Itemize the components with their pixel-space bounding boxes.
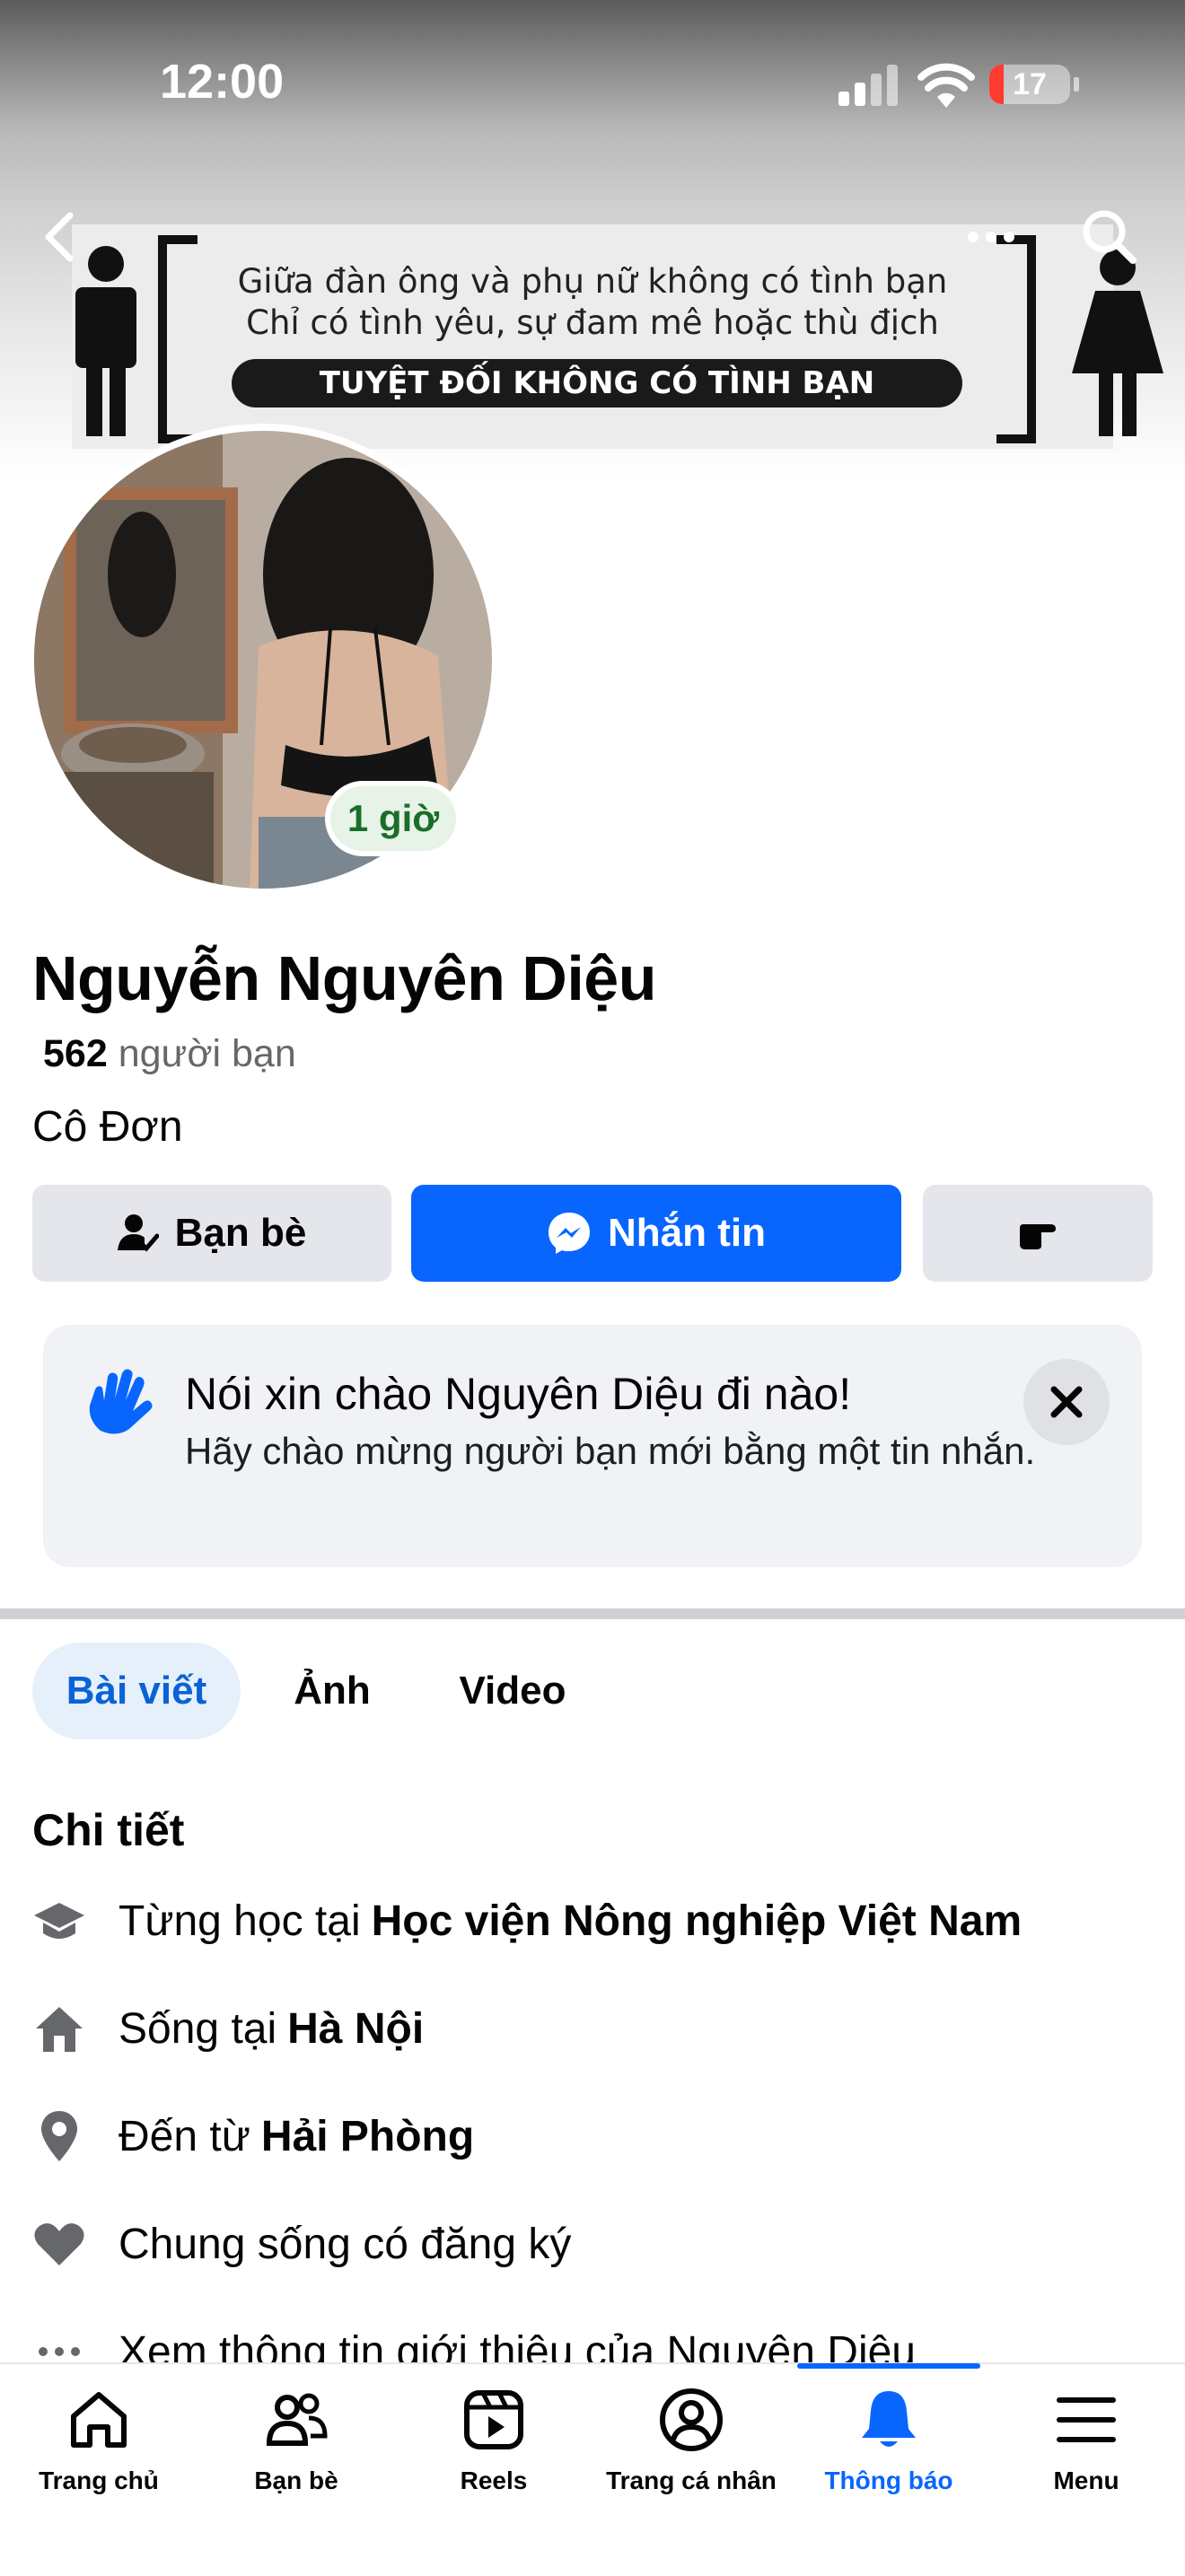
battery-level: 17	[1013, 67, 1047, 101]
status-time: 12:00	[160, 55, 285, 109]
search-icon[interactable]	[1074, 201, 1146, 273]
profile-icon	[660, 2388, 723, 2451]
detail-education[interactable]: Từng học tại Học viện Nông nghiệp Việt N…	[32, 1885, 1022, 1957]
say-hello-subtitle: Hãy chào mừng người bạn mới bằng một tin…	[185, 1430, 1036, 1472]
story-time-badge: 1 giờ	[325, 781, 461, 856]
friends-button[interactable]: Bạn bè	[32, 1185, 391, 1282]
nav-notifications-label: Thông báo	[824, 2466, 953, 2494]
wifi-icon	[917, 63, 975, 108]
details-heading: Chi tiết	[32, 1805, 185, 1855]
pointing-hand-icon	[1020, 1224, 1056, 1249]
message-button[interactable]: Nhắn tin	[411, 1185, 901, 1282]
nav-profile-label: Trang cá nhân	[606, 2466, 777, 2494]
detail-relationship[interactable]: Chung sống có đăng ký	[32, 2208, 571, 2280]
more-options-icon[interactable]	[955, 201, 1027, 273]
tab-videos[interactable]: Video	[427, 1643, 598, 1739]
battery-icon: 17	[989, 65, 1070, 104]
close-icon	[1050, 1386, 1083, 1418]
detail-hometown[interactable]: Đến từ Hải Phòng	[32, 2100, 474, 2172]
messenger-icon	[549, 1213, 590, 1254]
cover-quote-banner-text: TUYỆT ĐỐI KHÔNG CÓ TÌNH BẠN	[232, 359, 962, 407]
nav-reels-label: Reels	[460, 2466, 528, 2494]
cellular-signal-icon	[838, 65, 898, 106]
detail-hometown-value: Hải Phòng	[260, 2112, 475, 2160]
reels-icon	[464, 2390, 523, 2449]
nav-home-label: Trang chủ	[39, 2466, 159, 2494]
waving-hand-icon	[89, 1369, 153, 1434]
message-button-label: Nhắn tin	[608, 1211, 766, 1255]
say-hello-card: Nói xin chào Nguyên Diệu đi nào! Hãy chà…	[43, 1325, 1142, 1567]
home-icon	[36, 2007, 83, 2052]
tab-posts[interactable]: Bài viết	[32, 1643, 241, 1739]
bell-icon	[862, 2391, 916, 2447]
nav-reels[interactable]: Reels	[395, 2386, 592, 2495]
battery-cap	[1074, 77, 1079, 92]
man-figure-icon	[75, 246, 136, 436]
friends-icon	[266, 2393, 328, 2446]
location-pin-icon	[41, 2111, 77, 2161]
nav-notifications[interactable]: Thông báo	[790, 2386, 988, 2495]
link-underline	[797, 2363, 980, 2369]
graduation-cap-icon	[34, 1903, 84, 1939]
woman-figure-icon	[1072, 250, 1163, 436]
tab-photos[interactable]: Ảnh	[269, 1643, 395, 1739]
detail-relationship-text: Chung sống có đăng ký	[118, 2220, 572, 2268]
back-chevron-icon[interactable]	[27, 201, 99, 273]
dismiss-card-button[interactable]	[1023, 1359, 1110, 1445]
detail-current-city-prefix: Sống tại	[118, 2004, 277, 2053]
friends-button-label: Bạn bè	[174, 1211, 307, 1255]
poke-button[interactable]	[923, 1185, 1153, 1282]
nav-friends-label: Bạn bè	[254, 2466, 338, 2494]
cover-quote-line2: Chỉ có tình yêu, sự đam mê hoặc thù địch	[246, 303, 939, 342]
detail-education-prefix: Từng học tại	[118, 1897, 361, 1945]
home-icon	[71, 2392, 127, 2448]
nav-profile[interactable]: Trang cá nhân	[592, 2386, 790, 2495]
detail-hometown-prefix: Đến từ	[118, 2112, 250, 2160]
nav-friends[interactable]: Bạn bè	[198, 2386, 395, 2495]
nav-menu-label: Menu	[1053, 2466, 1119, 2494]
menu-icon	[1057, 2397, 1116, 2442]
nav-home[interactable]: Trang chủ	[0, 2386, 198, 2495]
friend-check-icon	[117, 1214, 159, 1252]
heart-icon	[34, 2223, 84, 2265]
friend-count[interactable]: 562 người bạn	[43, 1032, 296, 1076]
detail-current-city-value: Hà Nội	[287, 2004, 425, 2053]
bottom-navigation: Trang chủ Bạn bè Reels Trang cá nhân Thô…	[0, 2362, 1185, 2576]
profile-name: Nguyễn Nguyên Diệu	[32, 943, 656, 1013]
friend-count-label: người bạn	[118, 1032, 296, 1075]
say-hello-title: Nói xin chào Nguyên Diệu đi nào!	[185, 1369, 852, 1419]
section-divider	[0, 1608, 1185, 1619]
detail-current-city[interactable]: Sống tại Hà Nội	[32, 1993, 424, 2064]
friend-count-number: 562	[43, 1032, 108, 1075]
profile-bio: Cô Đơn	[32, 1103, 183, 1151]
nav-menu[interactable]: Menu	[988, 2386, 1185, 2495]
detail-education-value: Học viện Nông nghiệp Việt Nam	[371, 1897, 1023, 1945]
